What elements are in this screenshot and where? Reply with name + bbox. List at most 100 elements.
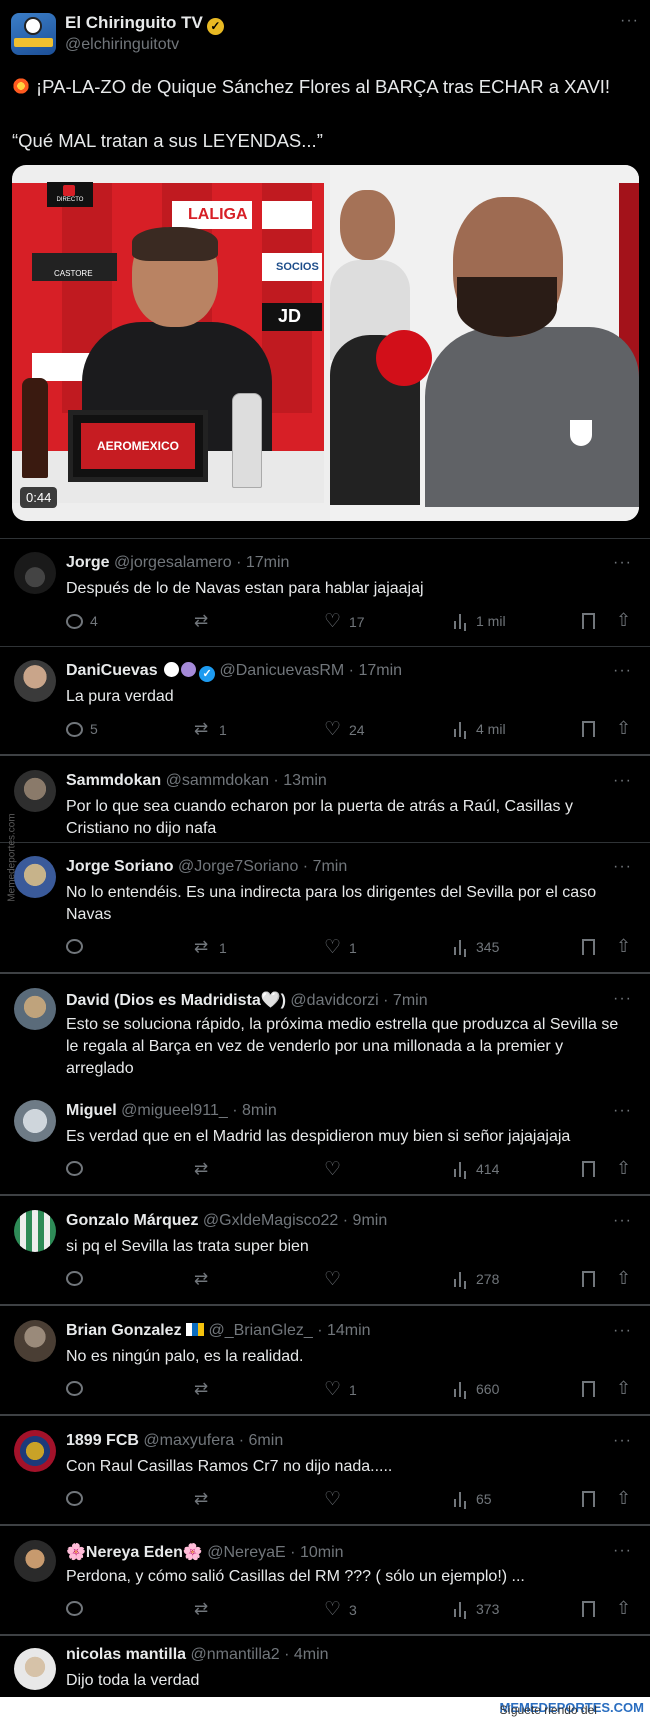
reply-author[interactable]: DaniCuevas ✓ @DanicuevasRM · 17min [66,662,402,682]
reply-button[interactable] [66,1271,90,1286]
share-button[interactable] [616,936,634,957]
reply-item[interactable]: Brian Gonzalez @_BrianGlez_ · 14min ··· … [0,1306,650,1414]
action-bar: 3 373 [66,1598,636,1623]
reply-icon [66,721,83,737]
share-button[interactable] [616,1488,634,1509]
reply-author[interactable]: Gonzalo Márquez @GxldeMagisco22 · 9min [66,1212,387,1230]
share-button[interactable] [616,718,634,739]
avatar[interactable] [14,1648,56,1690]
reply-author[interactable]: Jorge Soriano @Jorge7Soriano · 7min [66,858,347,876]
reply-author[interactable]: David (Dios es Madridista🤍) @davidcorzi … [66,990,428,1010]
reply-author[interactable]: Miguel @migueel911_ · 8min [66,1102,277,1120]
reply-author[interactable]: 1899 FCB @maxyufera · 6min [66,1432,283,1450]
more-options-icon[interactable]: ··· [613,1212,632,1230]
reply-item[interactable]: 🌸Nereya Eden🌸 @NereyaE · 10min ··· Perdo… [0,1526,650,1634]
like-button[interactable]: 1 [324,1378,357,1401]
share-button[interactable] [616,610,634,631]
avatar[interactable] [14,1430,56,1472]
views-button[interactable]: 345 [453,939,499,955]
like-button[interactable]: 24 [324,718,365,741]
reply-button[interactable] [66,1381,90,1396]
reply-item[interactable]: Jorge @jorgesalamero · 17min ··· Después… [0,538,650,646]
like-button[interactable] [324,1158,349,1181]
reply-item[interactable]: Gonzalo Márquez @GxldeMagisco22 · 9min ·… [0,1196,650,1304]
author-name[interactable]: El Chiringuito TV ✓ [65,13,224,35]
reply-button[interactable] [66,939,90,954]
views-button[interactable]: 373 [453,1601,499,1617]
like-button[interactable]: 3 [324,1598,357,1621]
reply-item[interactable]: Jorge Soriano @Jorge7Soriano · 7min ··· … [0,842,650,972]
reply-item[interactable]: 1899 FCB @maxyufera · 6min ··· Con Raul … [0,1416,650,1524]
avatar[interactable] [14,1100,56,1142]
bookmark-button[interactable] [582,721,595,737]
share-button[interactable] [616,1268,634,1289]
retweet-button[interactable] [194,611,219,631]
views-button[interactable]: 4 mil [453,721,506,737]
like-button[interactable]: 1 [324,936,357,959]
more-options-icon[interactable]: ··· [613,1542,632,1560]
bookmark-button[interactable] [582,1161,595,1177]
views-button[interactable]: 1 mil [453,613,506,629]
avatar[interactable] [14,988,56,1030]
retweet-button[interactable]: 1 [194,719,227,739]
reply-text: Es verdad que en el Madrid las despidier… [66,1128,571,1145]
reply-item[interactable]: nicolas mantilla @nmantilla2 · 4min Dijo… [0,1636,650,1697]
reply-author[interactable]: nicolas mantilla @nmantilla2 · 4min [66,1646,329,1664]
like-button[interactable] [324,1268,349,1291]
bookmark-button[interactable] [582,1381,595,1397]
more-options-icon[interactable]: ··· [620,12,639,30]
retweet-button[interactable] [194,1159,219,1179]
more-options-icon[interactable]: ··· [613,554,632,572]
reply-button[interactable]: 5 [66,721,98,737]
reply-item[interactable]: Sammdokan @sammdokan · 13min ··· Por lo … [0,756,650,842]
reply-author[interactable]: Brian Gonzalez @_BrianGlez_ · 14min [66,1322,371,1340]
bookmark-button[interactable] [582,1491,595,1507]
share-button[interactable] [616,1378,634,1399]
reply-button[interactable] [66,1491,90,1506]
avatar[interactable] [14,1320,56,1362]
reply-button[interactable] [66,1601,90,1616]
like-button[interactable]: 17 [324,610,365,633]
reply-button[interactable] [66,1161,90,1176]
video-player[interactable]: LALIGA CASTORE SOCIOS JD AEROMEXICO DIRE… [12,165,639,521]
share-button[interactable] [616,1158,634,1179]
author-handle[interactable]: @elchiringuitotv [65,36,179,54]
reply-item[interactable]: David (Dios es Madridista🤍) @davidcorzi … [0,974,650,1086]
white-circle-icon [164,662,180,677]
reply-button[interactable]: 4 [66,613,98,629]
more-options-icon[interactable]: ··· [613,990,632,1008]
bookmark-button[interactable] [582,1271,595,1287]
views-button[interactable]: 660 [453,1381,499,1397]
like-button[interactable] [324,1488,349,1511]
retweet-button[interactable] [194,1269,219,1289]
views-button[interactable]: 414 [453,1161,499,1177]
more-options-icon[interactable]: ··· [613,1432,632,1450]
more-options-icon[interactable]: ··· [613,662,632,680]
retweet-button[interactable] [194,1599,219,1619]
bookmark-button[interactable] [582,613,595,629]
bookmark-button[interactable] [582,939,595,955]
retweet-button[interactable]: 1 [194,937,227,957]
avatar[interactable] [14,660,56,702]
avatar[interactable] [14,1540,56,1582]
reply-item[interactable]: Miguel @migueel911_ · 8min ··· Es verdad… [0,1086,650,1194]
reply-author[interactable]: Jorge @jorgesalamero · 17min [66,554,289,572]
avatar[interactable] [14,1210,56,1252]
heart-icon [324,1488,342,1511]
reply-item[interactable]: DaniCuevas ✓ @DanicuevasRM · 17min ··· L… [0,646,650,754]
retweet-button[interactable] [194,1489,219,1509]
retweet-button[interactable] [194,1379,219,1399]
more-options-icon[interactable]: ··· [613,772,632,790]
main-post[interactable]: El Chiringuito TV ✓ @elchiringuitotv ··· … [0,0,650,538]
reply-author[interactable]: Sammdokan @sammdokan · 13min [66,772,327,790]
more-options-icon[interactable]: ··· [613,858,632,876]
more-options-icon[interactable]: ··· [613,1102,632,1120]
bookmark-button[interactable] [582,1601,595,1617]
views-button[interactable]: 65 [453,1491,492,1507]
share-button[interactable] [616,1598,634,1619]
reply-author[interactable]: 🌸Nereya Eden🌸 @NereyaE · 10min [66,1542,344,1562]
more-options-icon[interactable]: ··· [613,1322,632,1340]
avatar[interactable] [14,552,56,594]
author-avatar[interactable] [11,13,56,55]
views-button[interactable]: 278 [453,1271,499,1287]
